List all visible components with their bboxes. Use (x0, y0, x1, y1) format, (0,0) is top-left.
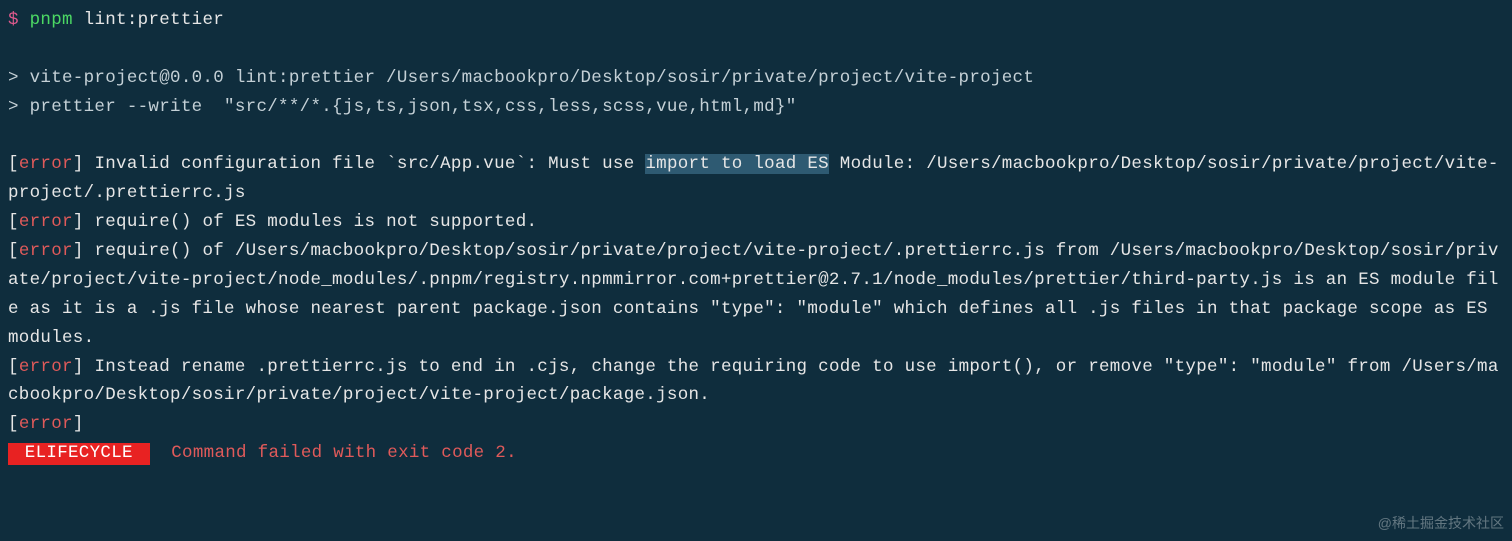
bracket-close: ] (73, 357, 84, 377)
script-echo-line-2: > prettier --write "src/**/*.{js,ts,json… (8, 93, 1504, 122)
bracket-close: ] (73, 154, 84, 174)
blank-line (8, 35, 1504, 64)
bracket-open: [ (8, 241, 19, 261)
error-text: Instead rename .prettierrc.js to end in … (8, 357, 1499, 406)
bracket-open: [ (8, 414, 19, 434)
lifecycle-line: ELIFECYCLE Command failed with exit code… (8, 439, 1504, 468)
command-line: $ pnpm lint:prettier (8, 6, 1504, 35)
error-line-5: [error] (8, 410, 1504, 439)
error-tag: error (19, 154, 73, 174)
script-echo-line-1: > vite-project@0.0.0 lint:prettier /User… (8, 64, 1504, 93)
error-line-4: [error] Instead rename .prettierrc.js to… (8, 353, 1504, 411)
selected-text[interactable]: import to load ES (645, 154, 829, 174)
error-line-2: [error] require() of ES modules is not s… (8, 208, 1504, 237)
error-text: require() of /Users/macbookpro/Desktop/s… (8, 241, 1499, 348)
error-tag: error (19, 357, 73, 377)
error-tag: error (19, 241, 73, 261)
bracket-close: ] (73, 212, 84, 232)
error-line-1: [error] Invalid configuration file `src/… (8, 150, 1504, 208)
lifecycle-message: Command failed with exit code 2. (160, 443, 516, 463)
error-text-pre: Invalid configuration file `src/App.vue`… (84, 154, 646, 174)
command-pnpm: pnpm (30, 10, 73, 30)
blank-line (8, 122, 1504, 151)
bracket-open: [ (8, 212, 19, 232)
elifecycle-badge: ELIFECYCLE (8, 443, 150, 465)
prompt-symbol: $ (8, 10, 19, 30)
bracket-open: [ (8, 154, 19, 174)
error-line-3: [error] require() of /Users/macbookpro/D… (8, 237, 1504, 353)
error-tag: error (19, 414, 73, 434)
command-args: lint:prettier (73, 10, 224, 30)
bracket-close: ] (73, 241, 84, 261)
bracket-close: ] (73, 414, 84, 434)
bracket-open: [ (8, 357, 19, 377)
terminal-output[interactable]: $ pnpm lint:prettier > vite-project@0.0.… (8, 6, 1504, 468)
watermark: @稀土掘金技术社区 (1378, 512, 1504, 535)
error-tag: error (19, 212, 73, 232)
error-text: require() of ES modules is not supported… (84, 212, 538, 232)
